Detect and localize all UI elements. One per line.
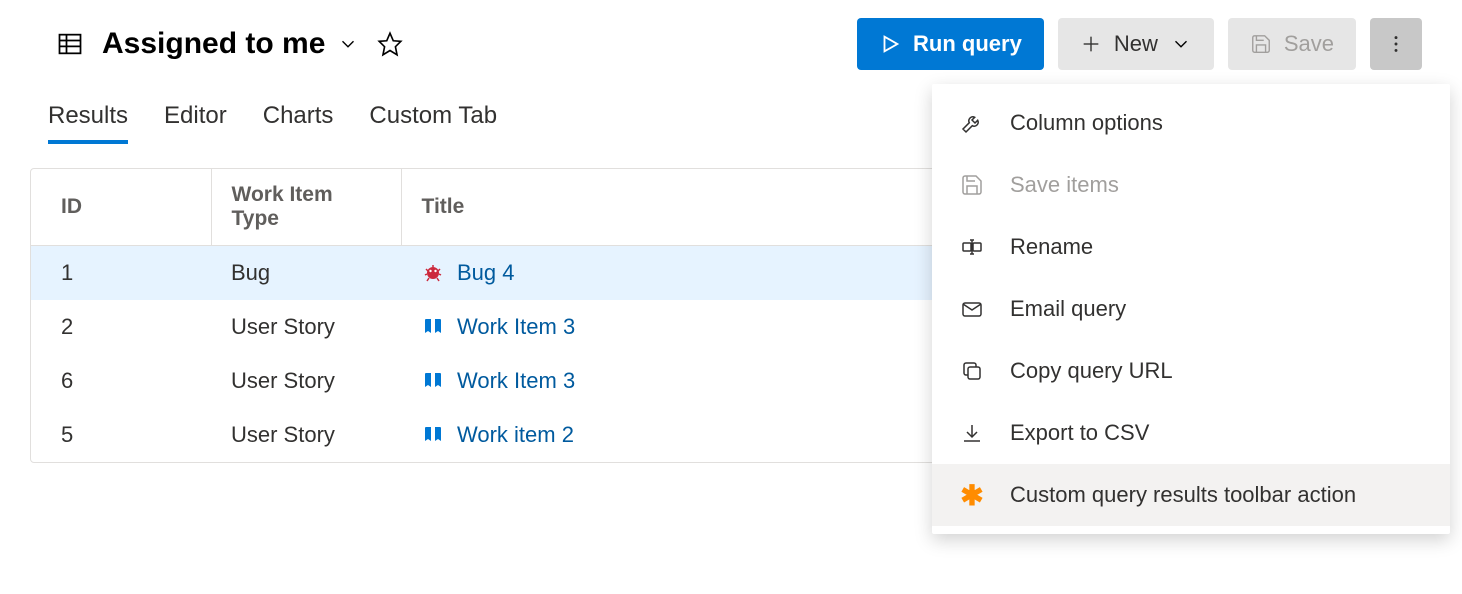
query-grid-icon	[56, 30, 84, 58]
copy-icon	[960, 359, 984, 383]
cell-type: User Story	[211, 300, 401, 354]
cell-type: User Story	[211, 408, 401, 462]
favorite-star-icon[interactable]	[377, 31, 403, 57]
chevron-down-icon	[337, 33, 359, 55]
column-header-id[interactable]: ID	[31, 169, 211, 246]
work-item-link[interactable]: Work Item 3	[457, 314, 575, 340]
menu-export-csv[interactable]: Export to CSV	[932, 402, 1450, 464]
new-label: New	[1114, 31, 1158, 57]
save-button[interactable]: Save	[1228, 18, 1356, 70]
new-button[interactable]: New	[1058, 18, 1214, 70]
menu-label: Column options	[1010, 109, 1422, 138]
tab-custom[interactable]: Custom Tab	[369, 102, 497, 144]
story-icon	[421, 315, 445, 339]
cell-id: 2	[31, 300, 211, 354]
save-label: Save	[1284, 31, 1334, 57]
cell-id: 6	[31, 354, 211, 408]
menu-label: Save items	[1010, 171, 1422, 200]
column-header-type[interactable]: Work Item Type	[211, 169, 401, 246]
save-icon	[960, 173, 984, 197]
more-actions-menu: Column options Save items Rename Email q…	[932, 84, 1450, 534]
work-item-link[interactable]: Work Item 3	[457, 368, 575, 394]
story-icon	[421, 423, 445, 447]
menu-label: Email query	[1010, 295, 1422, 324]
menu-label: Custom query results toolbar action	[1010, 481, 1422, 510]
download-icon	[960, 421, 984, 445]
more-actions-button[interactable]	[1370, 18, 1422, 70]
cell-id: 1	[31, 246, 211, 301]
tab-results[interactable]: Results	[48, 102, 128, 144]
cell-type: User Story	[211, 354, 401, 408]
menu-copy-url[interactable]: Copy query URL	[932, 340, 1450, 402]
run-query-button[interactable]: Run query	[857, 18, 1044, 70]
tab-editor[interactable]: Editor	[164, 102, 227, 144]
wrench-icon	[960, 111, 984, 135]
menu-label: Copy query URL	[1010, 357, 1422, 386]
chevron-down-icon	[1170, 33, 1192, 55]
menu-column-options[interactable]: Column options	[932, 92, 1450, 154]
mail-icon	[960, 297, 984, 321]
play-icon	[879, 33, 901, 55]
more-vertical-icon	[1385, 33, 1407, 55]
menu-custom-action[interactable]: ✱ Custom query results toolbar action	[932, 464, 1450, 526]
asterisk-icon: ✱	[960, 479, 984, 512]
menu-rename[interactable]: Rename	[932, 216, 1450, 278]
tab-charts[interactable]: Charts	[263, 102, 334, 144]
menu-label: Rename	[1010, 233, 1422, 262]
menu-save-items: Save items	[932, 154, 1450, 216]
story-icon	[421, 369, 445, 393]
cell-type: Bug	[211, 246, 401, 301]
cell-id: 5	[31, 408, 211, 462]
work-item-link[interactable]: Bug 4	[457, 260, 515, 286]
plus-icon	[1080, 33, 1102, 55]
work-item-link[interactable]: Work item 2	[457, 422, 574, 448]
query-title-dropdown[interactable]: Assigned to me	[102, 27, 359, 61]
run-query-label: Run query	[913, 31, 1022, 57]
menu-email-query[interactable]: Email query	[932, 278, 1450, 340]
bug-icon	[421, 261, 445, 285]
rename-icon	[960, 235, 984, 259]
page-title: Assigned to me	[102, 27, 325, 61]
save-icon	[1250, 33, 1272, 55]
menu-label: Export to CSV	[1010, 419, 1422, 448]
